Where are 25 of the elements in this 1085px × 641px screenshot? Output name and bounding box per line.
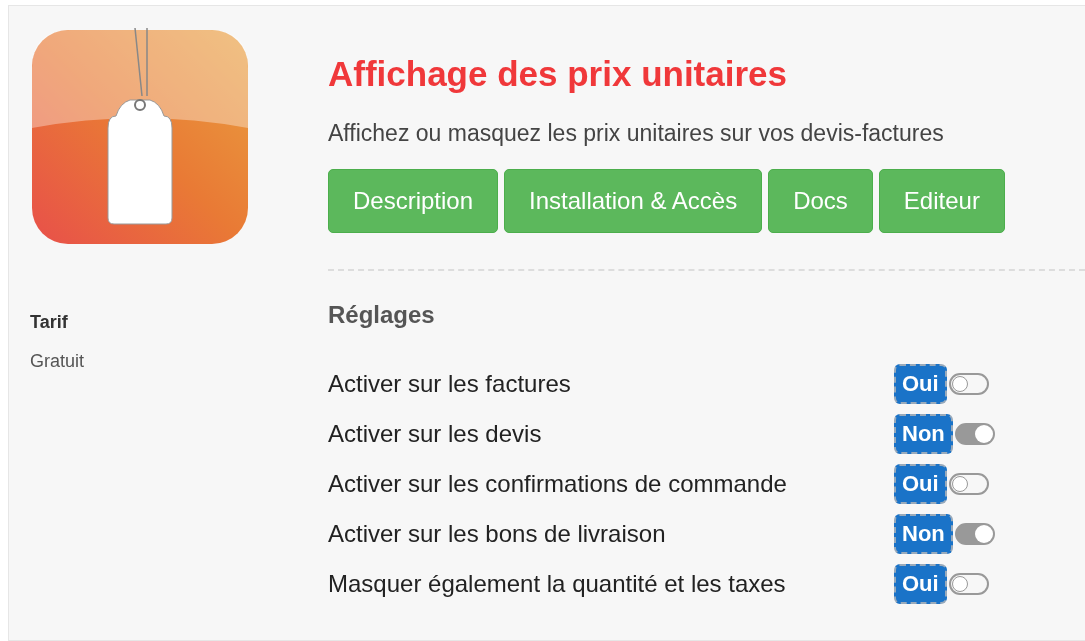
- setting-label: Activer sur les bons de livraison: [328, 520, 667, 548]
- price-tag-app-icon: [30, 28, 250, 246]
- toggle-switch[interactable]: [954, 423, 995, 445]
- value-badge: Oui: [894, 464, 947, 504]
- setting-label: Masquer également la quantité et les taxes: [328, 570, 787, 598]
- tab-button[interactable]: Installation & Accès: [504, 169, 763, 233]
- settings-heading: Réglages: [328, 301, 436, 329]
- toggle-switch[interactable]: [948, 573, 989, 595]
- tab-button[interactable]: Description: [328, 169, 499, 233]
- toggle-switch[interactable]: [948, 473, 989, 495]
- pricing-value: Gratuit: [30, 351, 86, 372]
- app-title: Affichage des prix unitaires: [328, 54, 789, 94]
- setting-label: Activer sur les devis: [328, 420, 543, 448]
- tab-button[interactable]: Docs: [768, 169, 873, 233]
- app-description: Affichez ou masquez les prix unitaires sur vos devis-factures: [328, 120, 945, 147]
- value-badge: Oui: [894, 364, 947, 404]
- tab-button[interactable]: Editeur: [878, 169, 1005, 233]
- value-badge: Non: [894, 514, 953, 554]
- setting-label: Activer sur les factures: [328, 370, 572, 398]
- toggle-switch[interactable]: [954, 523, 995, 545]
- value-badge: Oui: [894, 564, 947, 604]
- pricing-label: Tarif: [30, 312, 69, 333]
- value-badge: Non: [894, 414, 953, 454]
- toggle-switch[interactable]: [948, 373, 989, 395]
- setting-label: Activer sur les confirmations de commande: [328, 470, 788, 498]
